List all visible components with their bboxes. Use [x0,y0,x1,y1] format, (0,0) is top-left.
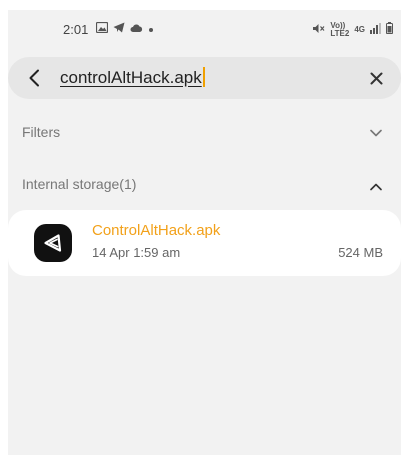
search-bar: controlAltHack.apk [8,57,401,99]
network-type-label: 4G [354,25,365,34]
notification-icons [95,21,154,37]
signal-icon [370,22,381,38]
clear-search-button[interactable] [365,67,387,89]
close-icon [370,72,382,84]
file-date: 14 Apr 1:59 am [92,245,181,260]
filters-label: Filters [22,124,61,140]
status-bar: 2:01 Vo)) LTE2 4G [8,18,401,42]
filters-section[interactable]: Filters [8,118,401,148]
volte-label: Vo)) LTE2 [330,21,350,38]
text-caret [202,67,205,87]
internal-storage-section[interactable]: Internal storage(1) [8,170,401,200]
file-search-screen: 2:01 Vo)) LTE2 4G controlAltHack.apk Fil… [8,10,401,455]
system-status-icons: Vo)) LTE2 4G [312,22,393,38]
image-notification-icon [95,21,109,37]
chevron-down-icon [370,129,382,137]
internal-storage-label: Internal storage(1) [22,176,137,192]
more-notifications-dot-icon [148,23,154,37]
back-button[interactable] [22,65,46,91]
file-size: 524 MB [338,245,383,260]
telegram-notification-icon [113,22,125,37]
battery-icon [386,22,393,38]
mute-icon [312,23,325,38]
file-name: ControlAltHack.apk [92,222,221,239]
back-arrow-icon [29,69,39,87]
chevron-up-icon [370,183,382,191]
cloud-notification-icon [130,23,143,37]
file-result-item[interactable]: ControlAltHack.apk 14 Apr 1:59 am 524 MB [8,210,401,276]
search-query-text: controlAltHack.apk [60,68,202,87]
search-input[interactable]: controlAltHack.apk [60,67,205,89]
top-strip [0,0,401,10]
status-time: 2:01 [63,22,89,37]
apk-app-icon [34,224,72,262]
